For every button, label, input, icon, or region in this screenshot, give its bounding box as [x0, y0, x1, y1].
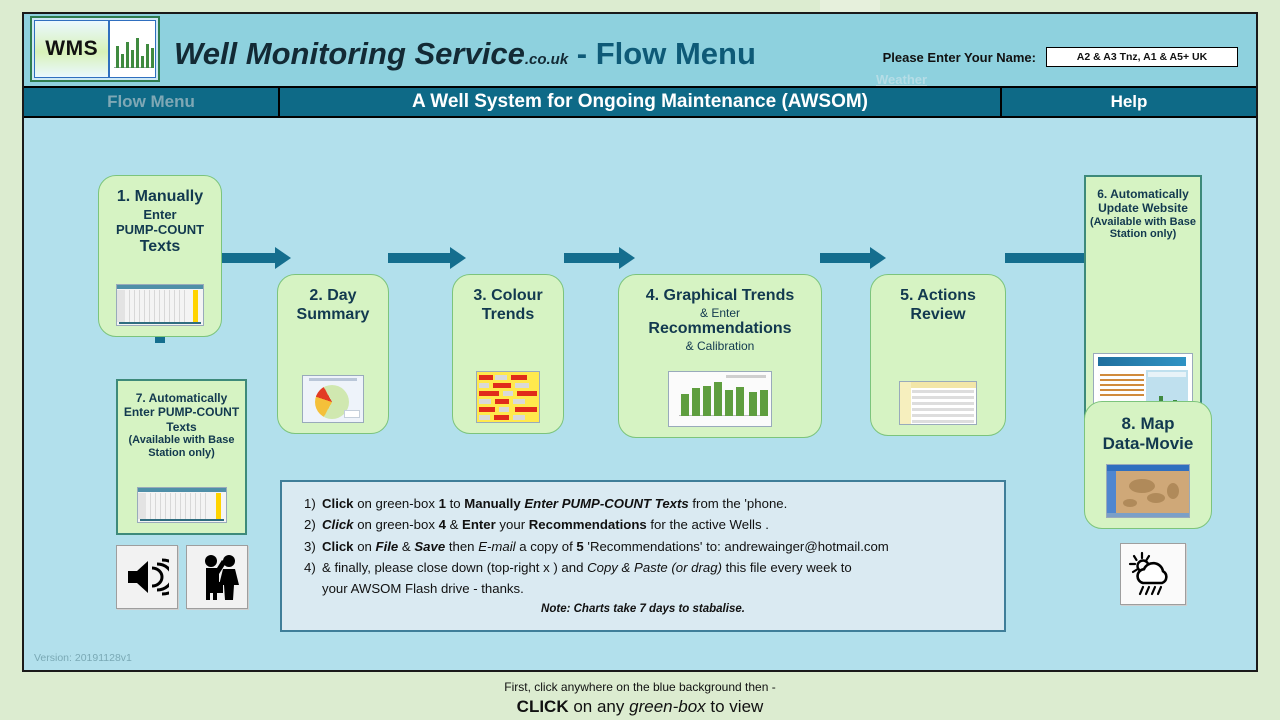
sun-cloud-rain-icon — [1128, 551, 1168, 596]
flow-menu-page: WMS Well Monitoring Service.co.uk - Flow… — [0, 0, 1280, 720]
green-box-1-title: 1. Manually — [116, 188, 204, 205]
green-box-7-line4: (Available with Base — [128, 434, 235, 447]
navigation-bar: Flow Menu A Well System for Ongoing Main… — [24, 86, 1256, 118]
footer-greenbox-word: green-box — [629, 697, 706, 716]
green-box-2-line2: Summary — [296, 305, 370, 323]
instruction-text: your AWSOM Flash drive - thanks. — [322, 581, 524, 597]
version-label: Version: 20191128v1 — [34, 652, 132, 664]
instruction-number — [292, 579, 322, 598]
actions-table-thumbnail — [899, 381, 977, 425]
green-box-1[interactable]: 1. Manually Enter PUMP-COUNT Texts — [98, 175, 222, 337]
instructions-note: Note: Charts take 7 days to stabalise. — [541, 603, 745, 616]
green-box-7-title: 7. Automatically — [135, 391, 228, 405]
pie-chart-thumbnail — [302, 375, 364, 423]
green-box-7-line3: Texts — [166, 419, 197, 434]
wms-logo-chart-icon — [109, 21, 155, 77]
name-input[interactable]: A2 & A3 Tnz, A1 & A5+ UK — [1046, 47, 1238, 67]
green-box-4-line2: & Enter — [699, 305, 741, 320]
green-box-8-line2: Data-Movie — [1102, 434, 1194, 454]
connector-arrow-4-to-5 — [820, 253, 870, 263]
instruction-item: 4) & finally, please close down (top-righ… — [292, 558, 994, 577]
connector-arrow-5-to-6 — [1005, 253, 1095, 263]
instruction-item: 2) Click on green-box 4 & Enter your Reco… — [292, 515, 994, 534]
speaker-icon — [128, 558, 169, 596]
instruction-number: 3) — [304, 538, 316, 554]
instruction-number: 1) — [304, 496, 316, 511]
wms-logo-text: WMS — [35, 21, 110, 77]
footer: First, click anywhere on the blue backgr… — [0, 676, 1280, 720]
speaker-button[interactable] — [116, 545, 178, 609]
footer-end: to view — [705, 697, 764, 716]
name-field-label: Please Enter Your Name: — [882, 50, 1036, 65]
green-box-7-line2: Enter PUMP-COUNT — [123, 405, 240, 420]
green-box-4-line4: & Calibration — [685, 339, 755, 354]
arrowhead-to-5 — [870, 247, 886, 269]
wms-logo-inner: WMS — [34, 20, 156, 78]
footer-line-2: CLICK on any green-box to view — [0, 697, 1280, 717]
green-box-8-title: 8. Map — [1121, 414, 1175, 433]
green-box-8[interactable]: 8. Map Data-Movie — [1084, 401, 1212, 529]
instruction-number: 2) — [304, 517, 316, 533]
colour-trends-thumbnail — [476, 371, 540, 423]
green-box-6-title: 6. Automatically — [1097, 187, 1189, 201]
green-box-7-line5: Station only) — [148, 446, 215, 459]
header-band: WMS Well Monitoring Service.co.uk - Flow… — [24, 14, 1256, 87]
accessibility-button[interactable] — [186, 545, 248, 609]
footer-line-1: First, click anywhere on the blue backgr… — [504, 680, 776, 694]
green-box-5-title: 5. Actions — [900, 287, 976, 304]
page-title: Well Monitoring Service.co.uk - Flow Men… — [174, 36, 756, 72]
wms-logo[interactable]: WMS — [30, 16, 160, 82]
green-box-1-line4: Texts — [139, 238, 181, 256]
weather-link[interactable]: Weather — [876, 72, 927, 87]
instruction-item: 1) Click on green-box 1 to Manually Enter… — [292, 494, 994, 513]
spreadsheet-thumbnail-1 — [116, 284, 204, 326]
green-box-6-line2: Update Website — [1098, 201, 1188, 216]
people-briefcase-icon — [205, 555, 239, 600]
spreadsheet-thumbnail-7 — [136, 487, 227, 523]
green-box-4-line3: Recommendations — [648, 320, 792, 338]
instruction-text: Click on green-box 4 & Enter your Recomm… — [322, 517, 769, 533]
weather-button[interactable] — [1120, 543, 1186, 605]
green-box-3-title: 3. Colour — [473, 287, 543, 304]
green-box-4-title: 4. Graphical Trends — [645, 287, 795, 304]
instruction-text: & finally, please close down (top-right … — [322, 559, 852, 575]
green-box-2[interactable]: 2. Day Summary — [277, 274, 389, 434]
instructions-list: 1) Click on green-box 1 to Manually Enter… — [292, 494, 994, 598]
top-highlight-strip — [820, 0, 880, 12]
instructions-card: 1) Click on green-box 1 to Manually Enter… — [280, 480, 1006, 632]
green-box-4[interactable]: 4. Graphical Trends & Enter Recommendati… — [618, 274, 822, 438]
brand-suffix: - Flow Menu — [568, 36, 756, 71]
arrowhead-to-2 — [275, 247, 291, 269]
arrowhead-to-3 — [450, 247, 466, 269]
footer-mid: on any — [568, 697, 630, 716]
arrowhead-to-4 — [619, 247, 635, 269]
green-box-6-line4: Station only) — [1109, 228, 1177, 241]
green-box-3-line2: Trends — [481, 305, 535, 323]
nav-help[interactable]: Help — [1002, 88, 1256, 116]
instruction-item: your AWSOM Flash drive - thanks. — [292, 579, 994, 598]
nav-flow-menu[interactable]: Flow Menu — [24, 88, 280, 116]
instruction-text: Click on green-box 1 to Manually Enter P… — [322, 496, 788, 511]
bar-chart-thumbnail — [668, 371, 772, 427]
green-box-5[interactable]: 5. Actions Review — [870, 274, 1006, 436]
flow-canvas[interactable]: 1. Manually Enter PUMP-COUNT Texts 7. Au — [24, 118, 1256, 670]
green-box-5-line2: Review — [910, 305, 966, 323]
instruction-number: 4) — [304, 559, 316, 575]
green-box-6-line3: (Available with Base — [1090, 215, 1196, 228]
footer-click-word: CLICK — [516, 697, 569, 716]
instruction-text: Click on File & Save then E-mail a copy … — [322, 538, 889, 554]
map-thumbnail — [1106, 464, 1190, 518]
brand-tld: .co.uk — [524, 51, 569, 68]
green-box-7[interactable]: 7. Automatically Enter PUMP-COUNT Texts … — [116, 379, 247, 535]
green-box-1-line2: Enter — [143, 206, 177, 222]
connector-arrow-3-to-4 — [564, 253, 619, 263]
instruction-item: 3) Click on File & Save then E-mail a cop… — [292, 537, 994, 556]
main-panel: WMS Well Monitoring Service.co.uk - Flow… — [22, 12, 1258, 672]
green-box-1-line3: PUMP-COUNT — [115, 222, 205, 238]
connector-arrow-2-to-3 — [388, 253, 450, 263]
green-box-2-title: 2. Day — [309, 287, 357, 304]
green-box-3[interactable]: 3. Colour Trends — [452, 274, 564, 434]
brand-name: Well Monitoring Service — [174, 36, 525, 71]
nav-system-title: A Well System for Ongoing Maintenance (A… — [280, 88, 1002, 116]
